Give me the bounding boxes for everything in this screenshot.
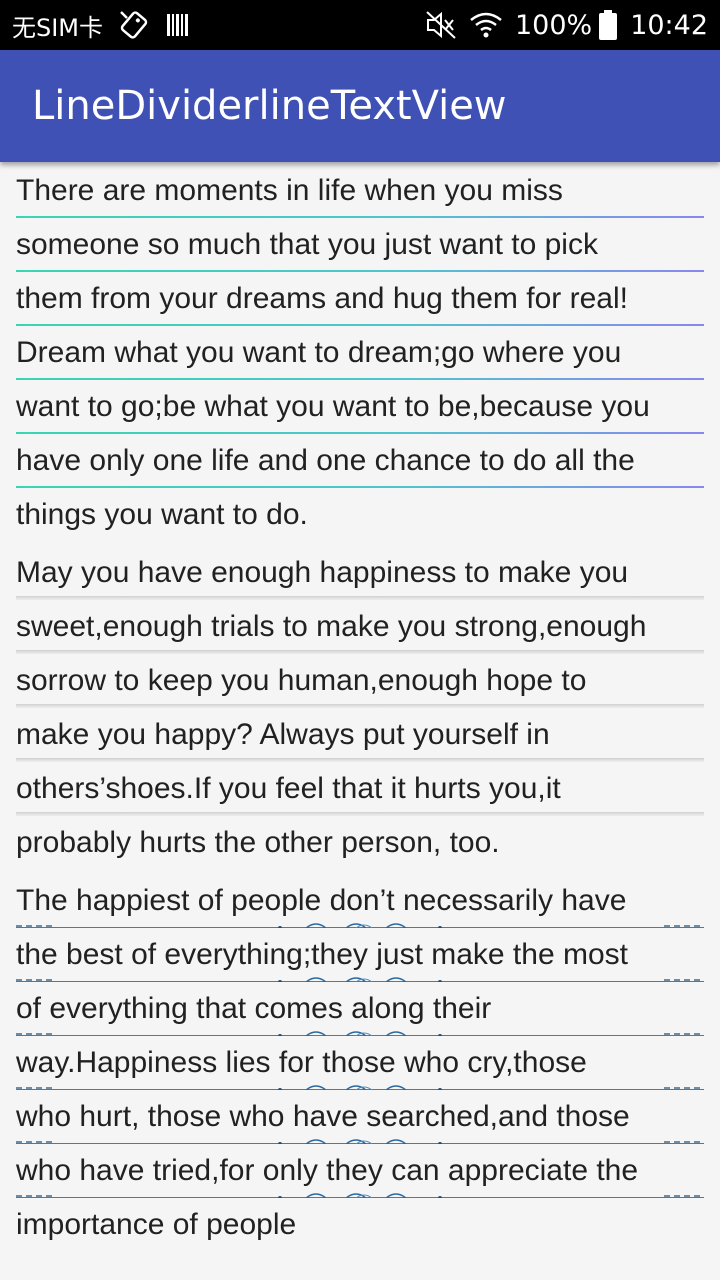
paragraph-gradient-divider: There are moments in life when you miss … — [16, 164, 704, 542]
text-content: There are moments in life when you miss … — [16, 164, 704, 1252]
text-line: the best of everything;they just make th… — [16, 928, 704, 982]
text-line: There are moments in life when you miss — [16, 164, 704, 218]
clock-time: 10:42 — [630, 9, 708, 41]
carrier-text: 无SIM卡 — [12, 13, 104, 42]
text-line: someone so much that you just want to pi… — [16, 218, 704, 272]
text-line: Dream what you want to dream;go where yo… — [16, 326, 704, 380]
wifi-icon — [469, 11, 503, 39]
app-title: LineDividerlineTextView — [32, 83, 507, 129]
ornament-divider — [16, 1031, 704, 1036]
status-bar: 无SIM卡 100% 10:42 — [0, 0, 720, 50]
text-line-label: way.Happiness lies for those who cry,tho… — [16, 1046, 587, 1079]
status-left: 无SIM卡 — [12, 0, 191, 50]
text-line: make you happy? Always put yourself in — [16, 708, 704, 762]
text-line-label: the best of everything;they just make th… — [16, 938, 628, 971]
text-line: probably hurts the other person, too. — [16, 826, 500, 859]
text-line: importance of people — [16, 1208, 297, 1241]
text-line-label: of everything that comes along their — [16, 992, 492, 1025]
text-line: want to go;be what you want to be,becaus… — [16, 380, 704, 434]
text-line-label: who hurt, those who have searched,and th… — [16, 1100, 630, 1133]
text-line: them from your dreams and hug them for r… — [16, 272, 704, 326]
text-line-label: who have tried,for only they can appreci… — [16, 1154, 639, 1187]
text-line: of everything that comes along their — [16, 982, 704, 1036]
text-line: sorrow to keep you human,enough hope to — [16, 654, 704, 708]
barcode-icon — [165, 12, 191, 38]
text-line: The happiest of people don’t necessarily… — [16, 874, 704, 928]
text-line: others’shoes.If you feel that it hurts y… — [16, 762, 704, 816]
text-line: things you want to do. — [16, 498, 308, 531]
text-line: who have tried,for only they can appreci… — [16, 1144, 704, 1198]
text-line-label: The happiest of people don’t necessarily… — [16, 884, 627, 917]
battery-level-text: 100% — [514, 9, 593, 41]
mute-icon — [425, 10, 457, 40]
text-line: have only one life and one chance to do … — [16, 434, 704, 488]
battery-icon — [598, 10, 618, 40]
paragraph-shadow-divider: May you have enough happiness to make yo… — [16, 546, 704, 870]
text-line: May you have enough happiness to make yo… — [16, 546, 704, 600]
ornament-divider — [16, 1085, 704, 1090]
text-line: sweet,enough trials to make you strong,e… — [16, 600, 704, 654]
ornament-divider — [16, 1193, 704, 1198]
text-line: way.Happiness lies for those who cry,tho… — [16, 1036, 704, 1090]
text-line: who hurt, those who have searched,and th… — [16, 1090, 704, 1144]
ornament-divider — [16, 977, 704, 982]
ornament-divider — [16, 1139, 704, 1144]
paragraph-ornament-divider: The happiest of people don’t necessarily… — [16, 874, 704, 1252]
ornament-divider — [16, 923, 704, 928]
app-toolbar: LineDividerlineTextView — [0, 50, 720, 162]
status-right: 100% 10:42 — [413, 0, 708, 50]
no-sim-tag-icon — [117, 8, 151, 42]
